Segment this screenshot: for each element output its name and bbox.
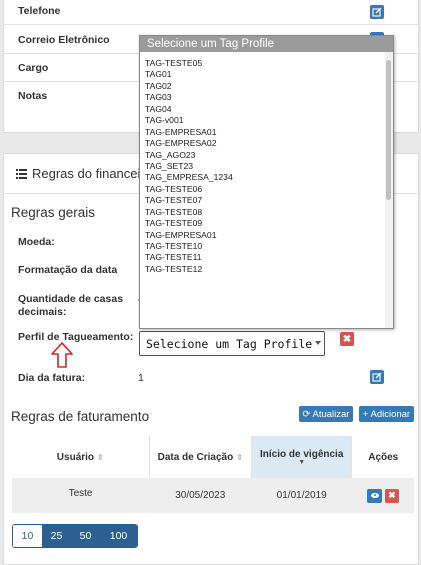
column-actions: Ações <box>351 436 414 478</box>
sort-icon: ⇕ <box>236 452 243 462</box>
invoice-day-label: Dia da fatura: <box>18 372 86 384</box>
invoice-day-value: 1 <box>138 372 144 384</box>
dropdown-option[interactable]: TAG01 <box>140 69 383 80</box>
tag-profile-select[interactable]: Selecione um Tag Profile <box>139 331 325 356</box>
dropdown-header[interactable]: Selecione um Tag Profile <box>140 36 393 52</box>
dropdown-option[interactable]: TAG03 <box>140 92 383 103</box>
dropdown-option[interactable]: TAG_AGO23 <box>140 150 383 161</box>
general-rules-title: Regras gerais <box>11 205 96 220</box>
date-format-label: Formatação da data <box>18 264 118 276</box>
tag-profile-dropdown: Selecione um Tag Profile TAG-TESTE05 TAG0… <box>139 35 394 329</box>
decimals-label: Quantidade de casas decimais: <box>18 293 124 318</box>
add-button[interactable]: + Adicionar <box>359 406 414 422</box>
dropdown-option[interactable]: TAG02 <box>140 81 383 92</box>
role-label: Cargo <box>18 62 49 74</box>
billing-rules-title: Regras de faturamento <box>11 409 150 424</box>
page-size-50[interactable]: 50 <box>71 525 100 547</box>
clear-tag-profile-button[interactable]: ✖ <box>340 332 354 346</box>
refresh-button[interactable]: ⟳ Atualizar <box>299 406 353 422</box>
close-icon: ✖ <box>342 333 352 345</box>
page-size-100[interactable]: 100 <box>100 525 137 547</box>
dropdown-option[interactable]: TAG-TESTE05 <box>140 58 383 69</box>
chevron-down-icon <box>315 341 321 345</box>
divider <box>4 24 418 25</box>
column-user[interactable]: Usuário ⇕ <box>12 436 150 478</box>
arrow-up-icon <box>51 342 73 368</box>
page-size-selector: 10 25 50 100 <box>12 524 138 548</box>
email-label: Correio Eletrônico <box>18 34 110 46</box>
close-icon: ✖ <box>388 490 396 500</box>
dropdown-option[interactable]: TAG-EMPRESA01 <box>140 127 383 138</box>
dropdown-option[interactable]: TAG-TESTE11 <box>140 252 383 263</box>
cell-actions: ✖ <box>351 478 414 513</box>
sort-desc-icon: ▼ <box>298 458 306 466</box>
cell-user: Teste <box>12 478 150 513</box>
cell-start: 01/01/2019 <box>251 478 352 513</box>
plus-icon: + <box>362 408 369 420</box>
refresh-icon: ⟳ <box>302 408 311 420</box>
sort-icon: ⇕ <box>97 452 104 462</box>
notes-label: Notas <box>18 90 48 102</box>
dropdown-option[interactable]: TAG-TESTE09 <box>140 218 383 229</box>
dropdown-option[interactable]: TAG_EMPRESA_1234 <box>140 172 383 183</box>
dropdown-scrollbar[interactable] <box>385 52 393 328</box>
dropdown-option[interactable]: TAG-EMPRESA01 <box>140 230 383 241</box>
edit-icon <box>372 7 382 17</box>
billing-table: Usuário ⇕ Data de Criação ⇕ Início de vigê… <box>12 436 414 513</box>
view-button[interactable] <box>367 488 383 503</box>
phone-label: Telefone <box>18 5 61 17</box>
financial-title: Regras do financeiro <box>32 166 152 181</box>
cell-created: 30/05/2023 <box>149 478 252 513</box>
table-row: Teste 30/05/2023 01/01/2019 ✖ <box>12 478 414 513</box>
dropdown-option[interactable]: TAG-TESTE07 <box>140 195 383 206</box>
list-icon <box>16 169 27 179</box>
dropdown-option[interactable]: TAG-EMPRESA02 <box>140 138 383 149</box>
dropdown-option[interactable]: TAG-v001 <box>140 115 383 126</box>
dropdown-option[interactable]: TAG-TESTE12 <box>140 264 383 275</box>
currency-label: Moeda: <box>18 236 55 248</box>
dropdown-option[interactable]: TAG04 <box>140 104 383 115</box>
eye-icon <box>370 493 379 498</box>
delete-button[interactable]: ✖ <box>384 488 399 503</box>
column-created[interactable]: Data de Criação ⇕ <box>149 436 252 478</box>
edit-icon <box>372 372 382 382</box>
scrollbar-thumb[interactable] <box>386 60 391 200</box>
dropdown-option[interactable]: TAG_SET23 <box>140 161 383 172</box>
edit-phone-button[interactable] <box>370 5 384 19</box>
edit-invoice-day-button[interactable] <box>370 370 384 384</box>
tag-profile-label: Perfil de Tagueamento: <box>18 331 134 343</box>
column-start[interactable]: Início de vigência ▼ <box>251 436 353 478</box>
dropdown-list: TAG-TESTE05 TAG01 TAG02 TAG03 TAG04 TAG-v001 T… <box>140 58 383 275</box>
dropdown-option[interactable]: TAG-TESTE10 <box>140 241 383 252</box>
page-size-25[interactable]: 25 <box>42 525 71 547</box>
dropdown-option[interactable]: TAG-TESTE06 <box>140 184 383 195</box>
page-size-10[interactable]: 10 <box>13 525 42 547</box>
dropdown-option[interactable]: TAG-TESTE08 <box>140 207 383 218</box>
